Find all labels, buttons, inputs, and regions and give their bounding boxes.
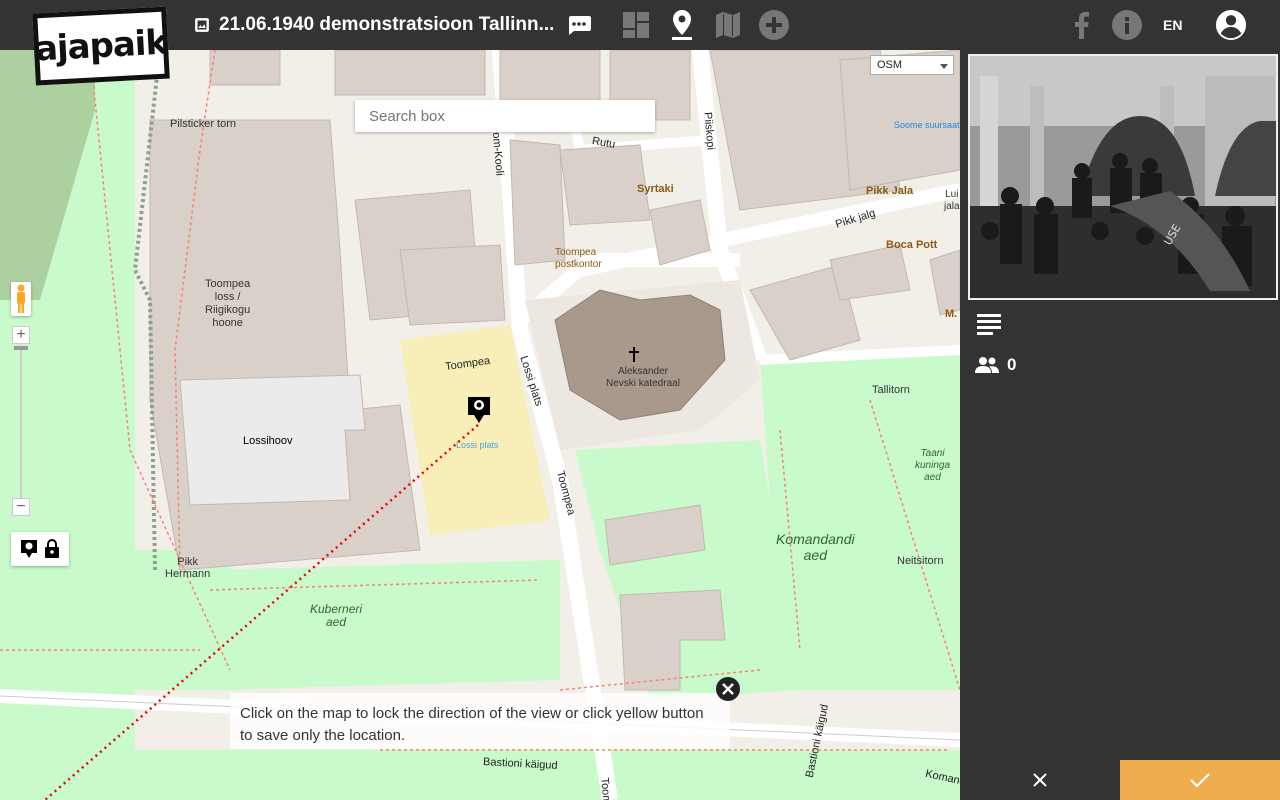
label-taani: Taani kuninga aed <box>915 448 951 483</box>
label-lossi-plats-small: Lossi plats <box>456 440 499 450</box>
pegman-icon <box>17 284 25 313</box>
language-switch[interactable]: EN <box>1163 17 1182 33</box>
close-circle-icon <box>716 677 740 701</box>
chevron-down-icon <box>940 64 948 69</box>
location-pin-icon[interactable] <box>666 9 698 41</box>
map-tiles[interactable] <box>0 50 960 800</box>
info-icon[interactable] <box>1111 9 1143 41</box>
historic-photo[interactable]: USE <box>968 54 1278 300</box>
camera-pin-icon <box>21 540 37 558</box>
photo-image: USE <box>970 56 1276 298</box>
map-icon[interactable] <box>712 9 744 41</box>
label-lossihoov: Lossihoov <box>243 435 293 447</box>
zoom-in-button[interactable]: + <box>12 326 30 344</box>
label-postkontor: Toompea postkontor <box>555 247 602 270</box>
lock-location-button[interactable] <box>11 532 69 566</box>
zoom-slider-track[interactable] <box>20 346 22 498</box>
hint-close-button[interactable] <box>715 676 741 702</box>
lock-icon <box>45 539 59 558</box>
people-icon <box>975 357 999 373</box>
close-icon <box>1033 773 1047 787</box>
label-toompea-loss: Toompea loss / Riigikogu hoone <box>205 278 251 329</box>
label-boca-pott: Boca Pott <box>886 239 938 251</box>
viewers-count: 0 <box>975 355 1016 375</box>
map-search-input[interactable] <box>355 100 655 132</box>
label-lui: Lui jala <box>944 189 960 212</box>
zoom-slider-handle[interactable] <box>14 346 28 350</box>
photo-title[interactable]: 21.06.1940 demonstratsioon Tallinn... <box>219 14 554 36</box>
label-tallitorn: Tallitorn <box>872 384 910 396</box>
label-m: M. <box>945 308 958 320</box>
description-icon[interactable] <box>977 312 1003 336</box>
label-pikk-hermann: Pikk Hermann <box>165 556 211 580</box>
label-neitsitorn: Neitsitorn <box>897 555 944 567</box>
add-circle-icon[interactable] <box>758 9 790 41</box>
street-view-pegman[interactable] <box>11 282 31 316</box>
account-icon[interactable] <box>1215 9 1247 41</box>
top-bar: ajapaik 21.06.1940 demonstratsioon Talli… <box>0 0 1280 86</box>
comment-icon[interactable] <box>566 14 592 36</box>
label-soome: Soome suursaatk <box>894 120 960 130</box>
image-icon <box>193 16 211 34</box>
zoom-out-button[interactable]: − <box>12 498 30 516</box>
ajapaik-logo[interactable]: ajapaik <box>32 6 170 86</box>
label-katedraal: Aleksander Nevski katedraal <box>606 366 680 389</box>
label-kuberneri: Kuberneri aed <box>310 602 363 629</box>
facebook-icon[interactable] <box>1066 9 1098 41</box>
map-layer-select[interactable]: OSM <box>870 55 954 75</box>
cancel-button[interactable] <box>960 760 1120 800</box>
photo-title-bar: 21.06.1940 demonstratsioon Tallinn... <box>193 12 592 38</box>
hint-text: Click on the map to lock the direction o… <box>230 693 730 749</box>
label-komandandi: Komandandi aed <box>776 531 855 563</box>
save-location-button[interactable] <box>1120 760 1280 800</box>
photo-panel: USE 0 <box>960 50 1280 800</box>
grid-icon[interactable] <box>620 9 652 41</box>
viewer-count-value: 0 <box>1007 355 1017 374</box>
street-toom: Toom <box>598 777 613 800</box>
check-icon <box>1190 773 1210 788</box>
label-pilsticker: Pilsticker torn <box>170 118 237 130</box>
label-syrtaki: Syrtaki <box>637 183 674 195</box>
map-area[interactable]: Pilsticker torn Toompea loss / Riigikogu… <box>0 50 960 800</box>
label-pikk-jala: Pikk Jala <box>866 185 914 197</box>
